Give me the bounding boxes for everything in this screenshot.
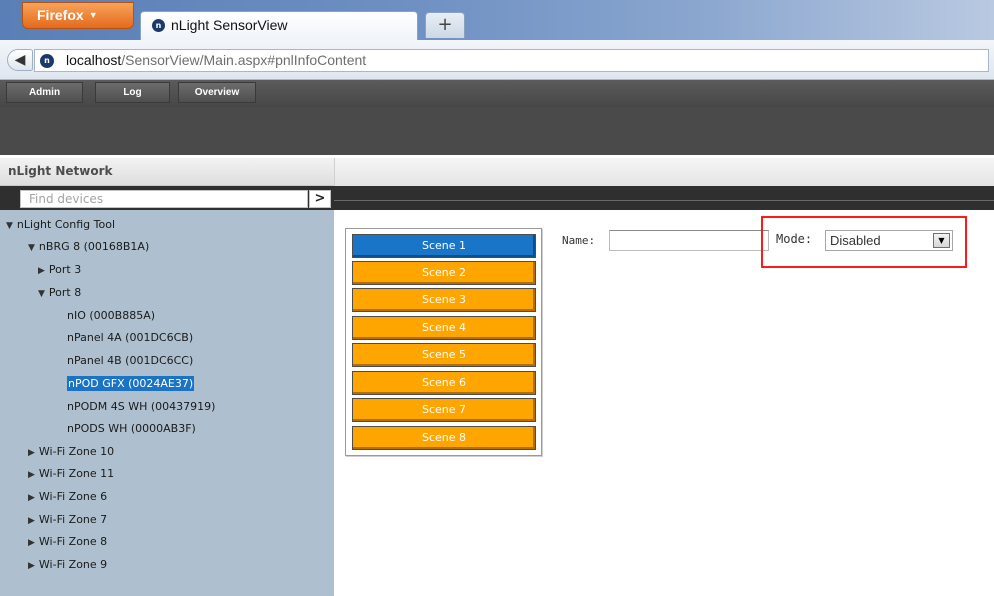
scene-button[interactable]: Scene 7 (352, 398, 536, 422)
browser-tab-active[interactable]: n nLight SensorView (140, 11, 418, 40)
scene-button[interactable]: Scene 6 (352, 371, 536, 395)
mode-selected-value: Disabled (830, 233, 881, 248)
browser-nav-bar: ◀ n localhost/SensorView/Main.aspx#pnlIn… (0, 40, 994, 80)
mode-label: Mode: (776, 232, 813, 246)
chevron-down-icon: ▼ (88, 10, 98, 20)
firefox-menu-label: Firefox (37, 7, 84, 23)
scene-button[interactable]: Scene 2 (352, 261, 536, 285)
left-panel-title: nLight Network (8, 164, 113, 178)
scene-button[interactable]: Scene 8 (352, 426, 536, 450)
right-panel-header (334, 158, 994, 186)
browser-title-bar: Firefox ▼ n nLight SensorView + (0, 0, 994, 40)
tab-title: nLight SensorView (171, 17, 288, 33)
tree-node-device[interactable]: nPODM 4S WH (00437919) (67, 398, 215, 416)
mode-select[interactable]: Disabled ▼ (825, 230, 953, 251)
nav-tab-overview[interactable]: Overview (178, 82, 256, 103)
tree-node-zone[interactable]: ▶ Wi-Fi Zone 11 (28, 465, 114, 483)
device-tree: ▼ nLight Config Tool ▼ nBRG 8 (00168B1A) ▶… (0, 210, 334, 596)
firefox-menu-button[interactable]: Firefox ▼ (22, 2, 134, 29)
collapsed-triangle-icon: ▶ (28, 493, 35, 503)
url-text: localhost/SensorView/Main.aspx#pnlInfoCo… (66, 52, 366, 68)
tree-node-device[interactable]: nPanel 4B (001DC6CC) (67, 352, 193, 370)
search-input[interactable] (20, 190, 308, 208)
scene-button[interactable]: Scene 5 (352, 343, 536, 367)
scene-button[interactable]: Scene 4 (352, 316, 536, 340)
divider (334, 200, 994, 201)
left-panel-header: nLight Network (0, 158, 334, 186)
site-favicon-icon: n (152, 19, 165, 32)
tree-node-device[interactable]: nPODS WH (0000AB3F) (67, 420, 196, 438)
scene-list-panel: Scene 1 Scene 2 Scene 3 Scene 4 Scene 5 … (345, 228, 542, 456)
tree-node-zone[interactable]: ▶ Wi-Fi Zone 7 (28, 511, 107, 529)
name-field[interactable] (609, 230, 769, 251)
collapsed-triangle-icon: ▶ (28, 561, 35, 571)
tree-node-zone[interactable]: ▶ Wi-Fi Zone 10 (28, 443, 114, 461)
name-label: Name: (562, 234, 596, 247)
nav-tab-admin[interactable]: Admin (6, 82, 83, 103)
tree-node-root[interactable]: ▼ nLight Config Tool (6, 216, 115, 234)
collapsed-triangle-icon: ▶ (28, 448, 35, 458)
url-bar[interactable]: n localhost/SensorView/Main.aspx#pnlInfo… (34, 49, 989, 72)
new-tab-button[interactable]: + (425, 12, 465, 38)
tree-node-zone[interactable]: ▶ Wi-Fi Zone 6 (28, 488, 107, 506)
expanded-triangle-icon: ▼ (28, 243, 35, 253)
tree-node-port-8[interactable]: ▼ Port 8 (38, 284, 81, 302)
scene-button-active[interactable]: Scene 1 (352, 234, 536, 258)
tree-node-device[interactable]: nIO (000B885A) (67, 307, 155, 325)
expanded-triangle-icon: ▼ (38, 289, 45, 299)
url-path: /SensorView/Main.aspx#pnlInfoContent (121, 52, 367, 68)
url-host: localhost (66, 52, 122, 68)
collapsed-triangle-icon: ▶ (28, 516, 35, 526)
collapsed-triangle-icon: ▶ (28, 538, 35, 548)
collapsed-triangle-icon: ▶ (28, 470, 35, 480)
scene-button[interactable]: Scene 3 (352, 288, 536, 312)
collapsed-triangle-icon: ▶ (38, 266, 45, 276)
tree-node-bridge[interactable]: ▼ nBRG 8 (00168B1A) (28, 238, 149, 256)
search-button[interactable]: > (309, 190, 331, 208)
tree-node-zone[interactable]: ▶ Wi-Fi Zone 9 (28, 556, 107, 574)
dropdown-arrow-icon[interactable]: ▼ (933, 233, 950, 248)
back-arrow-icon[interactable]: ◀ (7, 49, 33, 71)
site-identity-icon[interactable]: n (40, 54, 54, 68)
tree-node-port-3[interactable]: ▶ Port 3 (38, 261, 81, 279)
tree-node-device-selected[interactable]: nPOD GFX (0024AE37) (67, 375, 195, 393)
nav-tab-log[interactable]: Log (95, 82, 170, 103)
tree-node-device[interactable]: nPanel 4A (001DC6CB) (67, 329, 193, 347)
tree-node-zone[interactable]: ▶ Wi-Fi Zone 8 (28, 533, 107, 551)
expanded-triangle-icon: ▼ (6, 221, 13, 231)
